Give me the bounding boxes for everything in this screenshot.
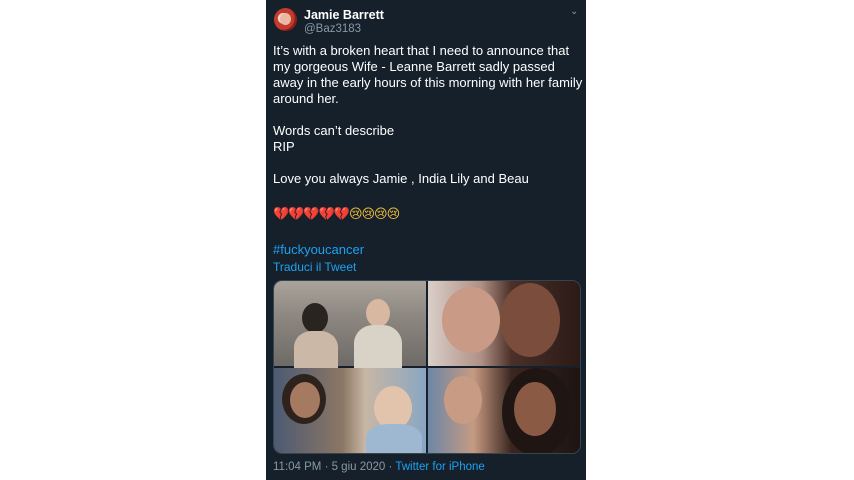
photo-4-man-face	[444, 376, 482, 424]
photo-2[interactable]	[428, 281, 580, 366]
emoji-row: 💔💔💔💔💔😢😢😢😢	[273, 207, 400, 222]
photo-4[interactable]	[428, 368, 580, 453]
hashtag-link[interactable]: #fuckyoucancer	[273, 242, 364, 257]
photo-2-face-right	[500, 283, 560, 357]
photo-1-person-right	[366, 299, 390, 327]
tweet-paragraph-3: Love you always Jamie , India Lily and B…	[273, 171, 529, 186]
chevron-down-icon[interactable]: ⌄	[570, 6, 578, 17]
tweet-paragraph-2-line-2: RIP	[273, 139, 295, 154]
photo-1-person-left	[302, 303, 328, 333]
tweet-footer: 11:04 PM · 5 giu 2020 · Twitter for iPho…	[273, 461, 485, 473]
tweet-timestamp[interactable]: 11:04 PM · 5 giu 2020 ·	[273, 461, 395, 473]
tweet-paragraph-1: It’s with a broken heart that I need to …	[273, 43, 586, 106]
photo-2-face-left	[442, 287, 500, 353]
photo-3-baby-shirt	[366, 424, 422, 453]
author-name[interactable]: Jamie Barrett	[304, 8, 384, 22]
photo-1[interactable]	[274, 281, 426, 371]
avatar[interactable]	[274, 8, 297, 31]
photo-1-dress	[294, 331, 338, 371]
photo-3[interactable]	[274, 368, 426, 453]
photo-1-suit	[354, 325, 402, 371]
tweet-paragraph-2-line-1: Words can’t describe	[273, 123, 395, 138]
translate-tweet-link[interactable]: Traduci il Tweet	[273, 260, 356, 274]
tweet-source-link[interactable]: Twitter for iPhone	[395, 461, 484, 473]
photo-grid	[273, 280, 581, 454]
photo-4-woman-face	[514, 382, 556, 436]
photo-3-child-face	[290, 382, 320, 418]
avatar-face	[280, 13, 291, 25]
tweet-text: It’s with a broken heart that I need to …	[273, 43, 583, 187]
tweet-card: Jamie Barrett @Baz3183 ⌄ It’s with a bro…	[266, 0, 586, 480]
author-handle[interactable]: @Baz3183	[304, 23, 361, 35]
crying-face-icons: 😢😢😢😢	[348, 207, 400, 222]
broken-heart-icons: 💔💔💔💔💔	[273, 207, 350, 222]
